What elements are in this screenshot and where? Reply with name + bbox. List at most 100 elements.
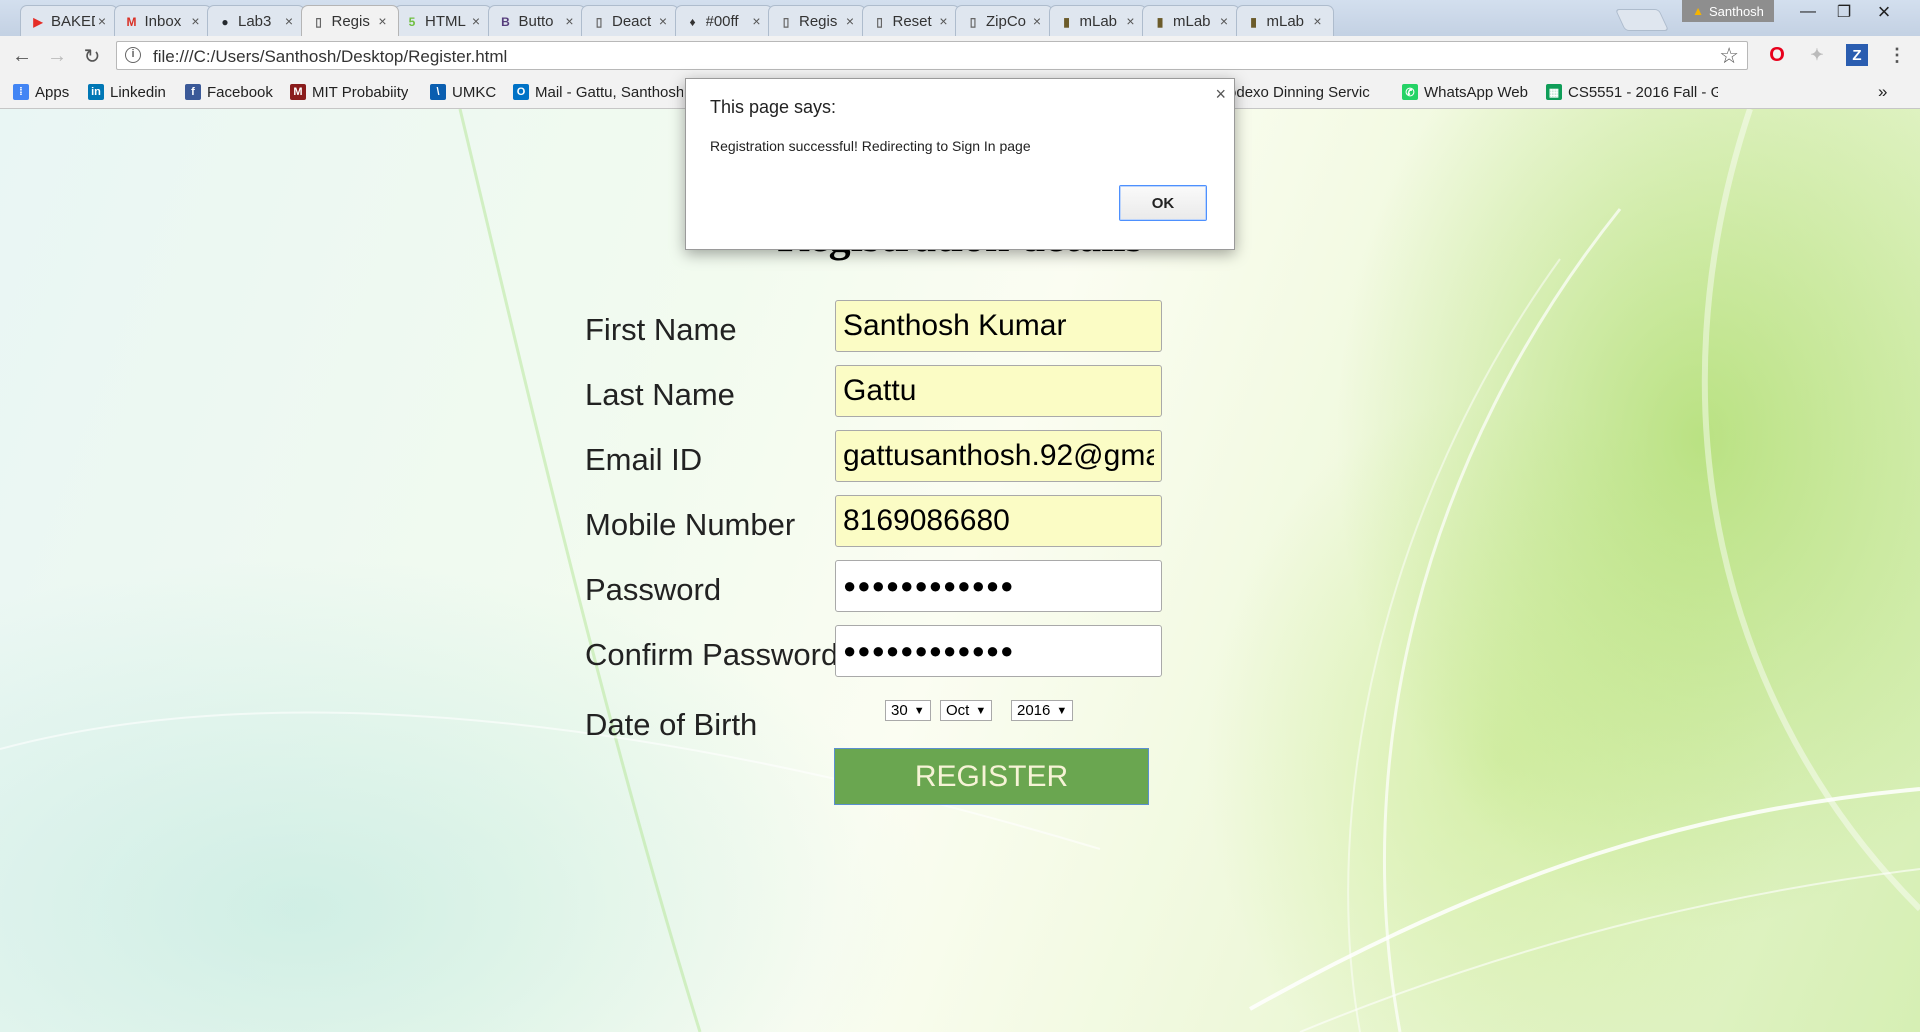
bookmark-item[interactable]: f Facebook [185,82,273,102]
tab[interactable]: B Butto × [487,5,586,36]
whatsapp-icon: ✆ [1402,84,1418,100]
tab-close-icon[interactable]: × [376,13,390,29]
reload-icon[interactable]: ↻ [79,45,105,68]
tab-close-icon[interactable]: × [843,13,857,29]
first-name-row: First Name [585,300,1165,352]
tab-close-icon[interactable]: × [656,13,670,29]
alert-message: Registration successful! Redirecting to … [710,138,1031,154]
extension-icon[interactable]: ✦ [1806,44,1828,66]
bookmark-star-icon[interactable]: ☆ [1719,43,1739,69]
alert-title: This page says: [710,97,837,117]
tab-close-icon[interactable]: × [750,13,764,29]
github-icon: ● [221,15,229,29]
tab[interactable]: ▶ BAKED× [20,5,118,36]
tab-label: Butto [518,12,554,30]
tab[interactable]: ▯ Reset × [861,5,960,36]
tab[interactable]: ▮ mLab × [1235,5,1334,36]
page-icon: ▯ [315,15,322,29]
forward-arrow-icon[interactable]: → [44,45,70,67]
last-name-input[interactable] [835,365,1162,417]
profile-name: Santhosh [1708,3,1764,19]
tab[interactable]: ● Lab3 × [207,5,305,36]
bookmarks-overflow-icon[interactable]: » [1878,82,1887,102]
tab[interactable]: ▯ Deact × [581,5,679,36]
tab-label: mLab [1266,12,1305,30]
facebook-icon: f [185,84,201,100]
browser-toolbar: ← → ↻ i ☆ O ✦ Z ⋮ [0,36,1920,76]
apps-grid-icon: ⁞ [13,84,29,100]
dob-month-select[interactable]: Oct ▼ [940,700,993,721]
dob-year-select[interactable]: 2016 ▼ [1011,700,1074,721]
gmail-icon: M [126,15,137,29]
bookmark-item[interactable]: M MIT Probabiity [290,82,408,102]
tab[interactable]: ♦ #00ff × [674,5,773,36]
tab-close-icon[interactable]: × [1124,13,1138,29]
tab[interactable]: 5 HTML × [394,5,492,36]
tab[interactable]: ▯ ZipCo × [955,5,1053,36]
tab-close-icon[interactable]: × [1030,13,1044,29]
tab-close-icon[interactable]: × [937,13,951,29]
mobile-number-row: Mobile Number [585,495,1165,547]
close-icon[interactable]: × [1215,84,1226,105]
bookmark-item[interactable]: O Mail - Gattu, Santhosh [513,82,683,102]
tab-close-icon[interactable]: × [469,13,483,29]
tab[interactable]: ▯ Regis × [300,5,399,36]
email-input[interactable] [835,430,1162,482]
tab-label: Deact [612,12,652,30]
tab-label: Regis [331,12,370,30]
tab[interactable]: M Inbox × [113,5,212,36]
bookmark-item[interactable]: ✆ WhatsApp Web [1402,82,1528,102]
tab-label: mLab [1173,12,1211,30]
tab-close-icon[interactable]: × [189,13,203,29]
back-arrow-icon[interactable]: ← [9,45,35,67]
dob-label: Date of Birth [585,707,758,742]
mlab-icon: ▮ [1063,15,1070,29]
mobile-number-input[interactable] [835,495,1162,547]
tab-strip: ▶BAKED×MInbox×●Lab3×▯Regis×5HTML×BButto×… [0,0,1920,36]
profile-button[interactable]: ▲ Santhosh [1682,0,1774,22]
url-input[interactable] [151,45,1695,68]
dropdown-caret-icon: ▼ [975,704,987,717]
ok-button[interactable]: OK [1119,185,1207,221]
bookmark-item[interactable]: Sodexo Dinning Servic [1218,82,1390,102]
tab-label: Inbox [144,12,182,30]
tab-close-icon[interactable]: × [1311,13,1325,29]
tab-close-icon[interactable]: × [95,13,109,29]
first-name-input[interactable] [835,300,1162,352]
password-input[interactable] [835,560,1162,612]
tab[interactable]: ▯ Regis × [768,5,866,36]
bookmark-label: CS5551 - 2016 Fall - G [1568,83,1718,101]
new-tab-button[interactable] [1614,9,1670,31]
tab-close-icon[interactable]: × [1217,13,1231,29]
page-icon: ▯ [595,15,603,29]
bookmark-item[interactable]: \ UMKC [430,82,496,102]
email-row: Email ID [585,430,1165,482]
tab-label: ZipCo [986,12,1027,30]
window-close-icon[interactable]: × [1866,0,1902,24]
email-label: Email ID [585,442,703,477]
confirm-password-input[interactable] [835,625,1162,677]
tab-label: BAKED [51,12,95,30]
bookmark-item[interactable]: in Linkedin [88,82,166,102]
tab-close-icon[interactable]: × [563,13,577,29]
info-icon[interactable]: i [125,47,141,63]
bookmark-item[interactable]: ▦ CS5551 - 2016 Fall - G [1546,82,1718,102]
bookmark-item[interactable]: ⁞ Apps [13,82,69,102]
sheets-icon: ▦ [1546,84,1562,100]
tab-label: Regis [799,12,838,30]
bookmark-label: Mail - Gattu, Santhosh [535,83,683,101]
bookmark-label: Facebook [207,83,273,101]
minimize-icon[interactable]: — [1790,0,1826,24]
restore-icon[interactable]: ❐ [1826,0,1862,24]
mit-ocw-icon: M [290,84,306,100]
opera-extension-icon[interactable]: O [1766,44,1788,66]
dob-day-select[interactable]: 30 ▼ [885,700,931,721]
tab[interactable]: ▮ mLab × [1048,5,1147,36]
register-button[interactable]: REGISTER [834,748,1149,805]
youtube-icon: ▶ [33,15,43,29]
menu-icon[interactable]: ⋮ [1886,44,1908,66]
tab-close-icon[interactable]: × [282,13,296,29]
zotero-extension-icon[interactable]: Z [1846,44,1868,66]
address-bar[interactable]: i ☆ [116,41,1748,70]
tab[interactable]: ▮ mLab × [1142,5,1240,36]
